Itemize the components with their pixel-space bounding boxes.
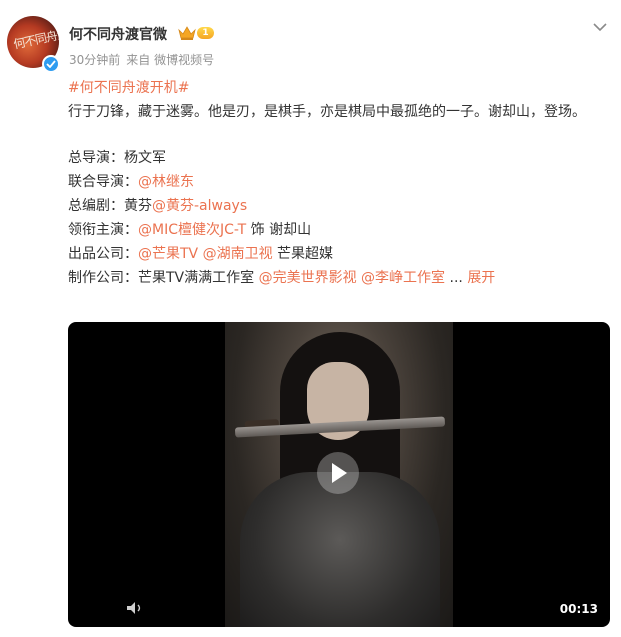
hashtag-link[interactable]: #何不同舟渡开机# [68,80,189,96]
vip-level: 1 [197,27,214,39]
post-content: #何不同舟渡开机# 行于刀锋，藏于迷雾。他是刃，是棋手，亦是棋局中最孤绝的一子。… [68,76,608,290]
crown-icon [178,26,196,40]
mention-link[interactable]: @湖南卫视 [203,246,273,262]
mention-link[interactable]: @林继东 [138,174,194,190]
mention-link[interactable]: @黄芬-always [152,198,247,214]
avatar-calligraphy-icon: 何不同舟渡 [12,26,59,52]
post-time[interactable]: 30分钟前 [69,53,120,67]
verified-icon [42,55,60,73]
post-body: 行于刀锋，藏于迷雾。他是刃，是棋手，亦是棋局中最孤绝的一子。谢却山，登场。 [68,104,586,120]
expand-link[interactable]: 展开 [467,270,495,286]
mention-link[interactable]: @芒果TV [138,246,198,262]
post-source[interactable]: 来自 微博视频号 [126,53,214,67]
volume-icon[interactable] [126,601,146,615]
username-link[interactable]: 何不同舟渡官微 [69,24,167,44]
credit-lead: 领衔主演：@MIC檀健次JC-T 饰 谢却山 [68,222,312,238]
post-meta: 30分钟前 来自 微博视频号 [69,51,220,68]
credit-production: 制作公司：芒果TV满满工作室 @完美世界影视 @李峥工作室 ... 展开 [68,270,496,286]
video-player[interactable]: 00:13 [68,322,610,627]
mention-link[interactable]: @完美世界影视 [259,270,357,286]
play-icon [332,463,347,483]
credit-co-director: 联合导演：@林继东 [68,174,194,190]
credit-producer: 出品公司：@芒果TV @湖南卫视 芒果超媒 [68,246,334,262]
mention-link[interactable]: @李峥工作室 [361,270,445,286]
play-button[interactable] [317,452,359,494]
video-duration: 00:13 [559,602,598,616]
credit-writer: 总编剧：黄芬@黄芬-always [68,198,248,214]
chevron-down-icon[interactable] [593,22,607,32]
mention-link[interactable]: @MIC檀健次JC-T [138,222,246,238]
vip-badge[interactable]: 1 [178,26,216,40]
credit-director: 总导演：杨文军 [68,150,166,166]
